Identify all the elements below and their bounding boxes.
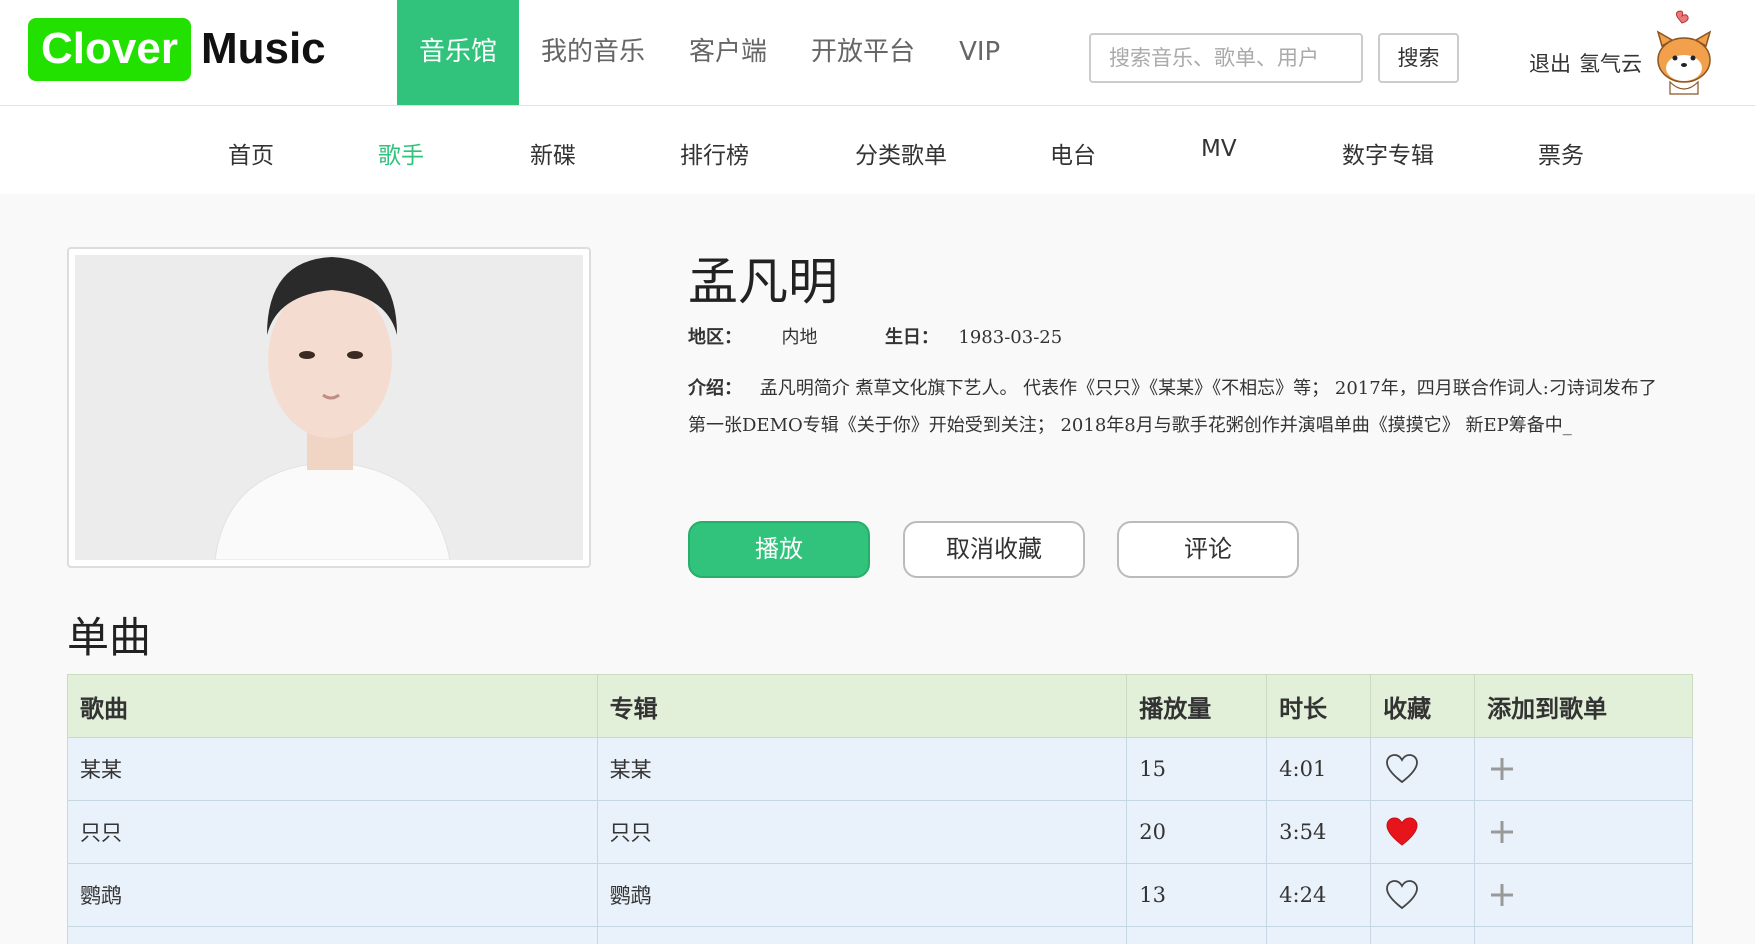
nav-open-platform[interactable]: 开放平台 (789, 0, 937, 105)
logo[interactable]: Clover Music (28, 16, 326, 82)
col-album: 专辑 (596, 674, 1128, 738)
singer-name: 孟凡明 (688, 253, 838, 311)
duration: 4:01 (1266, 737, 1372, 801)
birthday-value: 1983-03-25 (958, 327, 1063, 348)
col-duration: 时长 (1266, 674, 1372, 738)
logout-link[interactable]: 退出 (1529, 48, 1571, 78)
intro-text: 孟凡明简介 煮草文化旗下艺人。 代表作《只只》《某某》《不相忘》等； 2017年… (688, 378, 1657, 436)
table-row (67, 926, 1693, 944)
search-input[interactable] (1089, 33, 1363, 83)
top-bar: Clover Music 音乐馆 我的音乐 客户端 开放平台 VIP 搜索 退出… (0, 0, 1755, 106)
user-area: 退出 氢气云 (1529, 48, 1642, 78)
unfavorite-button[interactable]: 取消收藏 (903, 521, 1085, 578)
search-button[interactable]: 搜索 (1378, 33, 1459, 83)
singer-photo-frame (67, 247, 591, 568)
table-header-row: 歌曲 专辑 播放量 时长 收藏 添加到歌单 (67, 674, 1693, 738)
nav-my-music[interactable]: 我的音乐 (519, 0, 667, 105)
avatar[interactable] (1648, 10, 1720, 96)
col-song: 歌曲 (67, 674, 598, 738)
heart-filled-icon[interactable] (1385, 816, 1419, 848)
singer-photo (75, 255, 583, 561)
songs-table: 歌曲 专辑 播放量 时长 收藏 添加到歌单 某某 某某 15 4:01 只只 只… (67, 674, 1693, 944)
logo-clover-text: Clover (28, 17, 191, 81)
play-button[interactable]: 播放 (688, 521, 870, 578)
plus-icon[interactable] (1489, 882, 1515, 908)
sub-nav: 首页 歌手 新碟 排行榜 分类歌单 电台 MV 数字专辑 票务 (0, 106, 1755, 194)
duration: 4:24 (1266, 863, 1372, 927)
songs-section-title: 单曲 (67, 613, 152, 662)
subnav-home[interactable]: 首页 (228, 136, 274, 170)
subnav-charts[interactable]: 排行榜 (680, 136, 749, 170)
song-title[interactable]: 鹦鹉 (67, 863, 598, 927)
table-row: 鹦鹉 鹦鹉 13 4:24 (67, 863, 1693, 927)
song-title[interactable]: 某某 (67, 737, 598, 801)
col-plays: 播放量 (1126, 674, 1268, 738)
comment-button[interactable]: 评论 (1117, 521, 1299, 578)
duration: 3:54 (1266, 800, 1372, 864)
play-count: 13 (1126, 863, 1268, 927)
logo-music-text: Music (200, 24, 326, 73)
subnav-radio[interactable]: 电台 (1050, 136, 1096, 170)
birthday-label: 生日： (884, 327, 939, 348)
album-title[interactable]: 鹦鹉 (596, 863, 1128, 927)
album-title[interactable]: 某某 (596, 737, 1128, 801)
nav-music-hall[interactable]: 音乐馆 (397, 0, 520, 105)
song-title[interactable]: 只只 (67, 800, 598, 864)
region-label: 地区： (688, 327, 742, 348)
col-add-to-playlist: 添加到歌单 (1474, 674, 1693, 738)
nav-client[interactable]: 客户端 (667, 0, 789, 105)
subnav-playlists[interactable]: 分类歌单 (855, 136, 947, 170)
heart-outline-icon[interactable] (1385, 879, 1419, 911)
main-nav: 音乐馆 我的音乐 客户端 开放平台 VIP (397, 0, 1022, 105)
album-title[interactable]: 只只 (596, 800, 1128, 864)
singer-meta: 地区： 内地 生日： 1983-03-25 (688, 323, 1062, 349)
play-count: 20 (1126, 800, 1268, 864)
subnav-mv[interactable]: MV (1201, 136, 1237, 162)
plus-icon[interactable] (1489, 819, 1515, 845)
nav-vip[interactable]: VIP (937, 0, 1022, 105)
subnav-singers[interactable]: 歌手 (378, 136, 424, 170)
table-row: 只只 只只 20 3:54 (67, 800, 1693, 864)
subnav-digital-albums[interactable]: 数字专辑 (1342, 136, 1434, 170)
subnav-new-albums[interactable]: 新碟 (530, 136, 576, 170)
subnav-tickets[interactable]: 票务 (1538, 136, 1584, 170)
username[interactable]: 氢气云 (1579, 48, 1642, 78)
singer-intro: 介绍： 孟凡明简介 煮草文化旗下艺人。 代表作《只只》《某某》《不相忘》等； 2… (688, 370, 1668, 444)
table-row: 某某 某某 15 4:01 (67, 737, 1693, 801)
play-count: 15 (1126, 737, 1268, 801)
intro-label: 介绍： (688, 378, 742, 399)
plus-icon[interactable] (1489, 756, 1515, 782)
heart-outline-icon[interactable] (1385, 753, 1419, 785)
region-value: 内地 (781, 327, 818, 348)
col-favorite: 收藏 (1370, 674, 1476, 738)
